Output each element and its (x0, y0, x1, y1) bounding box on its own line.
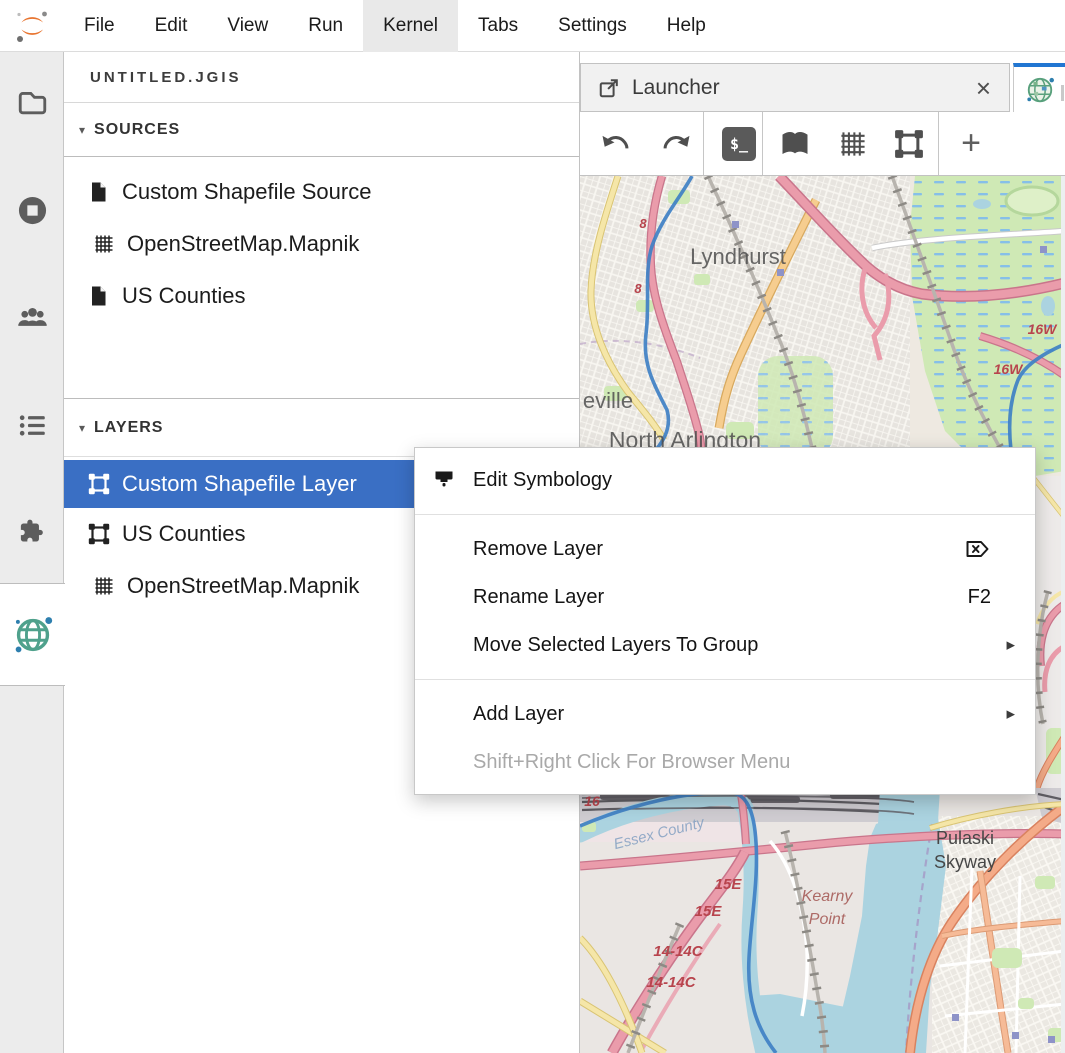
menu-run[interactable]: Run (288, 0, 363, 52)
collaboration-icon[interactable] (0, 295, 64, 339)
shortcut-f2: F2 (968, 586, 991, 609)
identify-button[interactable] (772, 112, 818, 175)
map-label-pulaski-skyway: Skyway (934, 852, 996, 872)
redo-icon (661, 131, 693, 157)
jupyterlab-window: File Edit View Run Kernel Tabs Settings … (0, 0, 1065, 1053)
book-icon (780, 129, 810, 159)
sources-list: Custom Shapefile Source OpenStreetMap.Ma… (64, 157, 579, 353)
vector-layer-icon (88, 473, 110, 495)
tab-launcher[interactable]: Launcher × (580, 63, 1010, 112)
document-title: UNTITLED.JGIS (64, 52, 579, 103)
console-icon: $_ (722, 127, 756, 161)
raster-grid-icon (838, 129, 868, 159)
layers-title: LAYERS (94, 419, 163, 437)
table-of-contents-icon[interactable] (0, 403, 64, 447)
menu-tabs[interactable]: Tabs (458, 0, 538, 52)
menu-settings[interactable]: Settings (538, 0, 647, 52)
submenu-arrow-icon: ▸ (1001, 635, 1015, 655)
menu-kernel[interactable]: Kernel (363, 0, 458, 52)
jupytergis-globe-icon (1025, 75, 1055, 105)
source-row[interactable]: US Counties (64, 270, 579, 322)
map-label-eville: eville (583, 388, 633, 413)
undo-icon (599, 131, 631, 157)
submenu-arrow-icon: ▸ (1001, 704, 1015, 724)
menu-file[interactable]: File (64, 0, 135, 52)
add-button[interactable]: + (948, 112, 994, 175)
remove-tag-icon (964, 537, 991, 561)
extension-manager-icon[interactable] (0, 510, 64, 554)
file-icon (88, 181, 110, 203)
map-label-lyndhurst: Lyndhurst (690, 244, 786, 269)
undo-button[interactable] (592, 112, 638, 175)
map-shield-14-14c: 14-14C (653, 943, 703, 960)
map-label-pulaski-skyway: Pulaski (936, 828, 994, 848)
menu-item-add-layer[interactable]: Add Layer ▸ (415, 690, 1035, 738)
menu-item-rename-layer[interactable]: Rename Layer F2 (415, 573, 1035, 621)
map-shield-14-14c: 14-14C (646, 974, 696, 991)
vector-layer-icon (894, 129, 924, 159)
menu-divider (415, 514, 1035, 515)
menu-item-remove-layer[interactable]: Remove Layer (415, 525, 1035, 573)
menu-items: File Edit View Run Kernel Tabs Settings … (64, 0, 726, 52)
tab-gis-document[interactable] (1013, 63, 1065, 112)
toolbar-separator (703, 112, 704, 175)
layer-context-menu: Edit Symbology Remove Layer Rename Layer… (414, 447, 1036, 795)
menu-divider (415, 679, 1035, 680)
raster-grid-icon (93, 233, 115, 255)
map-shield-16: 16 (584, 793, 600, 809)
map-shield-8: 8 (639, 216, 647, 231)
activity-bar (0, 52, 64, 1053)
raster-grid-icon (93, 575, 115, 597)
file-browser-icon[interactable] (0, 80, 64, 124)
map-shield-8: 8 (634, 281, 642, 296)
section-divider (64, 353, 579, 399)
menu-item-move-layers-to-group[interactable]: Move Selected Layers To Group ▸ (415, 621, 1035, 669)
map-shield-16w: 16W (1028, 321, 1059, 337)
add-vector-layer-button[interactable] (886, 112, 932, 175)
sources-section-header[interactable]: ▾ SOURCES (64, 103, 579, 157)
menu-item-edit-symbology[interactable]: Edit Symbology (415, 456, 1035, 504)
map-shield-15e: 15E (715, 876, 743, 893)
menu-view[interactable]: View (207, 0, 288, 52)
sources-title: SOURCES (94, 121, 180, 139)
close-tab-icon[interactable]: × (972, 75, 995, 101)
menubar: File Edit View Run Kernel Tabs Settings … (0, 0, 1065, 52)
menu-item-browser-menu-hint: Shift+Right Click For Browser Menu (415, 738, 1035, 786)
map-edge-strip (1061, 176, 1065, 1053)
toolbar-separator (938, 112, 939, 175)
launcher-icon (598, 77, 620, 99)
vector-layer-icon (88, 523, 110, 545)
running-kernels-icon[interactable] (0, 188, 64, 232)
console-button[interactable]: $_ (712, 112, 766, 175)
jupytergis-globe-icon[interactable] (0, 583, 65, 686)
redo-button[interactable] (654, 112, 700, 175)
map-shield-15e: 15E (695, 903, 723, 920)
toolbar-separator (762, 112, 763, 175)
menu-help[interactable]: Help (647, 0, 726, 52)
source-row[interactable]: OpenStreetMap.Mapnik (64, 218, 579, 270)
brush-icon (433, 469, 455, 491)
collapse-triangle-icon: ▾ (79, 123, 85, 137)
map-shield-16w: 16W (994, 361, 1025, 377)
plus-icon: + (961, 124, 981, 163)
map-label-kearny-point: Kearny (802, 888, 854, 905)
tab-text-stub (1061, 85, 1064, 101)
add-raster-layer-button[interactable] (830, 112, 876, 175)
source-row[interactable]: Custom Shapefile Source (64, 166, 579, 218)
tab-launcher-title: Launcher (632, 76, 960, 100)
gis-toolbar: $_ + (580, 112, 1065, 176)
collapse-triangle-icon: ▾ (79, 421, 85, 435)
menu-edit[interactable]: Edit (135, 0, 208, 52)
file-icon (88, 285, 110, 307)
map-label-kearny-point: Point (809, 911, 846, 928)
jupyter-logo-icon (14, 8, 50, 44)
